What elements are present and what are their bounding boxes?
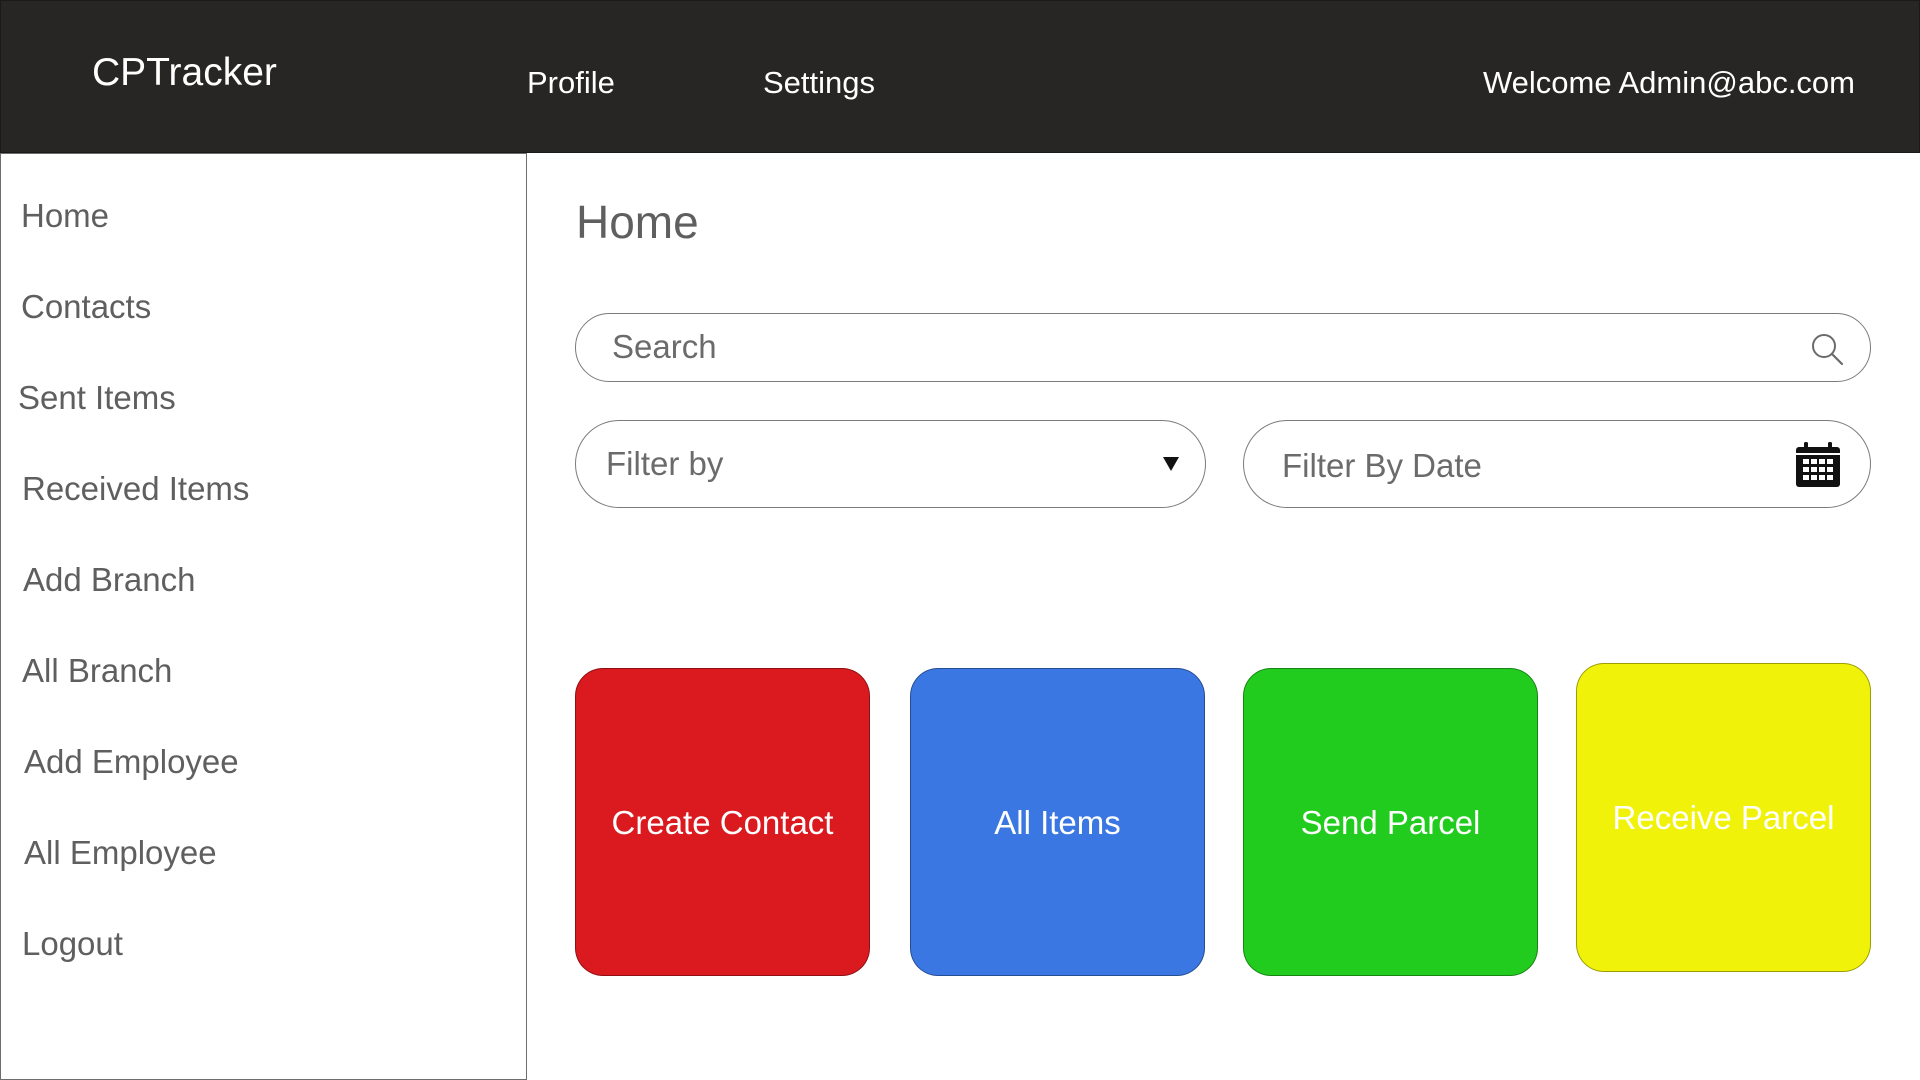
receive-parcel-label: Receive Parcel <box>1612 799 1835 836</box>
send-parcel-tile[interactable]: Send Parcel <box>1243 668 1538 976</box>
search-bar[interactable] <box>575 313 1871 382</box>
receive-parcel-tile[interactable]: Receive Parcel <box>1576 663 1871 972</box>
sidebar-item-add-employee[interactable]: Add Employee <box>24 745 239 778</box>
sidebar-item-add-branch[interactable]: Add Branch <box>23 563 195 596</box>
sidebar-item-received-items[interactable]: Received Items <box>22 472 249 505</box>
all-items-label: All Items <box>994 803 1121 841</box>
sidebar-item-contacts[interactable]: Contacts <box>21 290 151 323</box>
send-parcel-label: Send Parcel <box>1300 803 1481 841</box>
calendar-icon[interactable] <box>1794 441 1842 489</box>
sidebar-item-all-employee[interactable]: All Employee <box>24 836 217 869</box>
sidebar-item-logout[interactable]: Logout <box>22 927 123 960</box>
filter-by-date-label: Filter By Date <box>1282 447 1482 484</box>
nav-profile-link[interactable]: Profile <box>527 67 615 98</box>
create-contact-label: Create Contact <box>611 803 834 841</box>
sidebar-item-sent-items[interactable]: Sent Items <box>18 381 176 414</box>
search-input[interactable] <box>610 314 1770 380</box>
filter-by-label: Filter by <box>606 445 724 482</box>
search-icon[interactable] <box>1810 332 1844 366</box>
filter-by-dropdown[interactable]: Filter by <box>575 420 1206 508</box>
caret-down-icon <box>1163 457 1179 471</box>
welcome-user-text: Welcome Admin@abc.com <box>1482 65 1855 100</box>
brand-logo-text[interactable]: CPTracker <box>92 53 277 92</box>
sidebar-item-all-branch[interactable]: All Branch <box>22 654 172 687</box>
filter-by-date-picker[interactable]: Filter By Date <box>1243 420 1871 508</box>
all-items-tile[interactable]: All Items <box>910 668 1205 976</box>
nav-settings-link[interactable]: Settings <box>763 67 875 98</box>
sidebar-item-home[interactable]: Home <box>21 199 109 232</box>
top-navbar: CPTracker Profile Settings Welcome Admin… <box>0 0 1920 153</box>
sidebar: Home Contacts Sent Items Received Items … <box>0 153 527 1080</box>
page-title: Home <box>576 196 699 248</box>
create-contact-tile[interactable]: Create Contact <box>575 668 870 976</box>
